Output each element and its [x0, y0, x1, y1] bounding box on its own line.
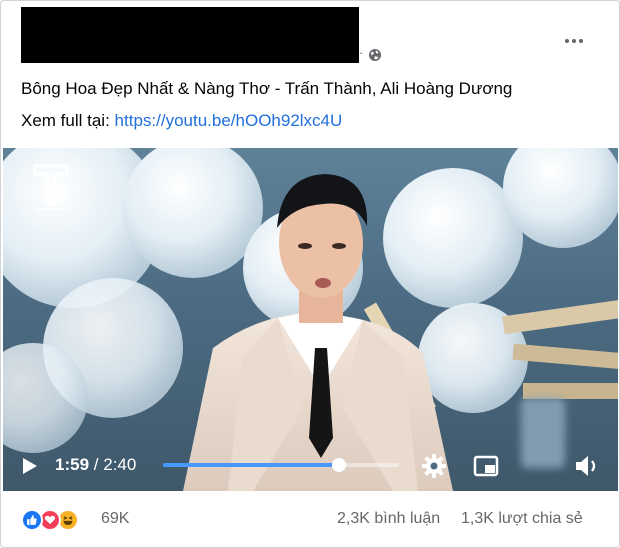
like-icon — [21, 509, 43, 531]
link-prefix: Xem full tại: — [21, 111, 110, 130]
meta-separator: · — [359, 45, 364, 60]
channel-logo-icon — [33, 164, 69, 210]
video-player[interactable]: 1:59 / 2:40 — [3, 148, 618, 491]
shares-count[interactable]: 1,3K lượt chia sẻ — [461, 510, 583, 528]
picture-in-picture-icon[interactable] — [473, 455, 499, 477]
progress-bar[interactable] — [163, 458, 399, 472]
play-icon[interactable] — [21, 456, 39, 476]
more-options-icon[interactable] — [559, 31, 589, 51]
time-display: 1:59 / 2:40 — [55, 455, 136, 475]
settings-gear-icon[interactable] — [421, 453, 447, 479]
post-link-line: Xem full tại: https://youtu.be/hOOh92lxc… — [21, 111, 342, 131]
duration: 2:40 — [103, 455, 137, 474]
comments-count[interactable]: 2,3K bình luận — [337, 510, 440, 528]
facebook-post-card: · Bông Hoa Đẹp Nhất & Nàng Thơ - Trấn Th… — [0, 0, 620, 548]
post-title: Bông Hoa Đẹp Nhất & Nàng Thơ - Trấn Thàn… — [21, 79, 513, 98]
post-header: · — [1, 1, 619, 69]
time-separator: / — [93, 455, 99, 474]
reaction-summary[interactable] — [21, 509, 97, 531]
globe-icon[interactable] — [368, 48, 382, 62]
youtube-link[interactable]: https://youtu.be/hOOh92lxc4U — [115, 111, 343, 130]
video-controls: 1:59 / 2:40 — [3, 444, 618, 488]
reaction-count[interactable]: 69K — [101, 510, 129, 528]
current-time: 1:59 — [55, 455, 90, 474]
progress-fill — [163, 463, 339, 467]
progress-knob[interactable] — [331, 458, 346, 472]
volume-icon[interactable] — [573, 453, 601, 479]
redacted-author-block — [21, 7, 359, 63]
post-footer: 69K 2,3K bình luận 1,3K lượt chia sẻ — [1, 501, 619, 541]
